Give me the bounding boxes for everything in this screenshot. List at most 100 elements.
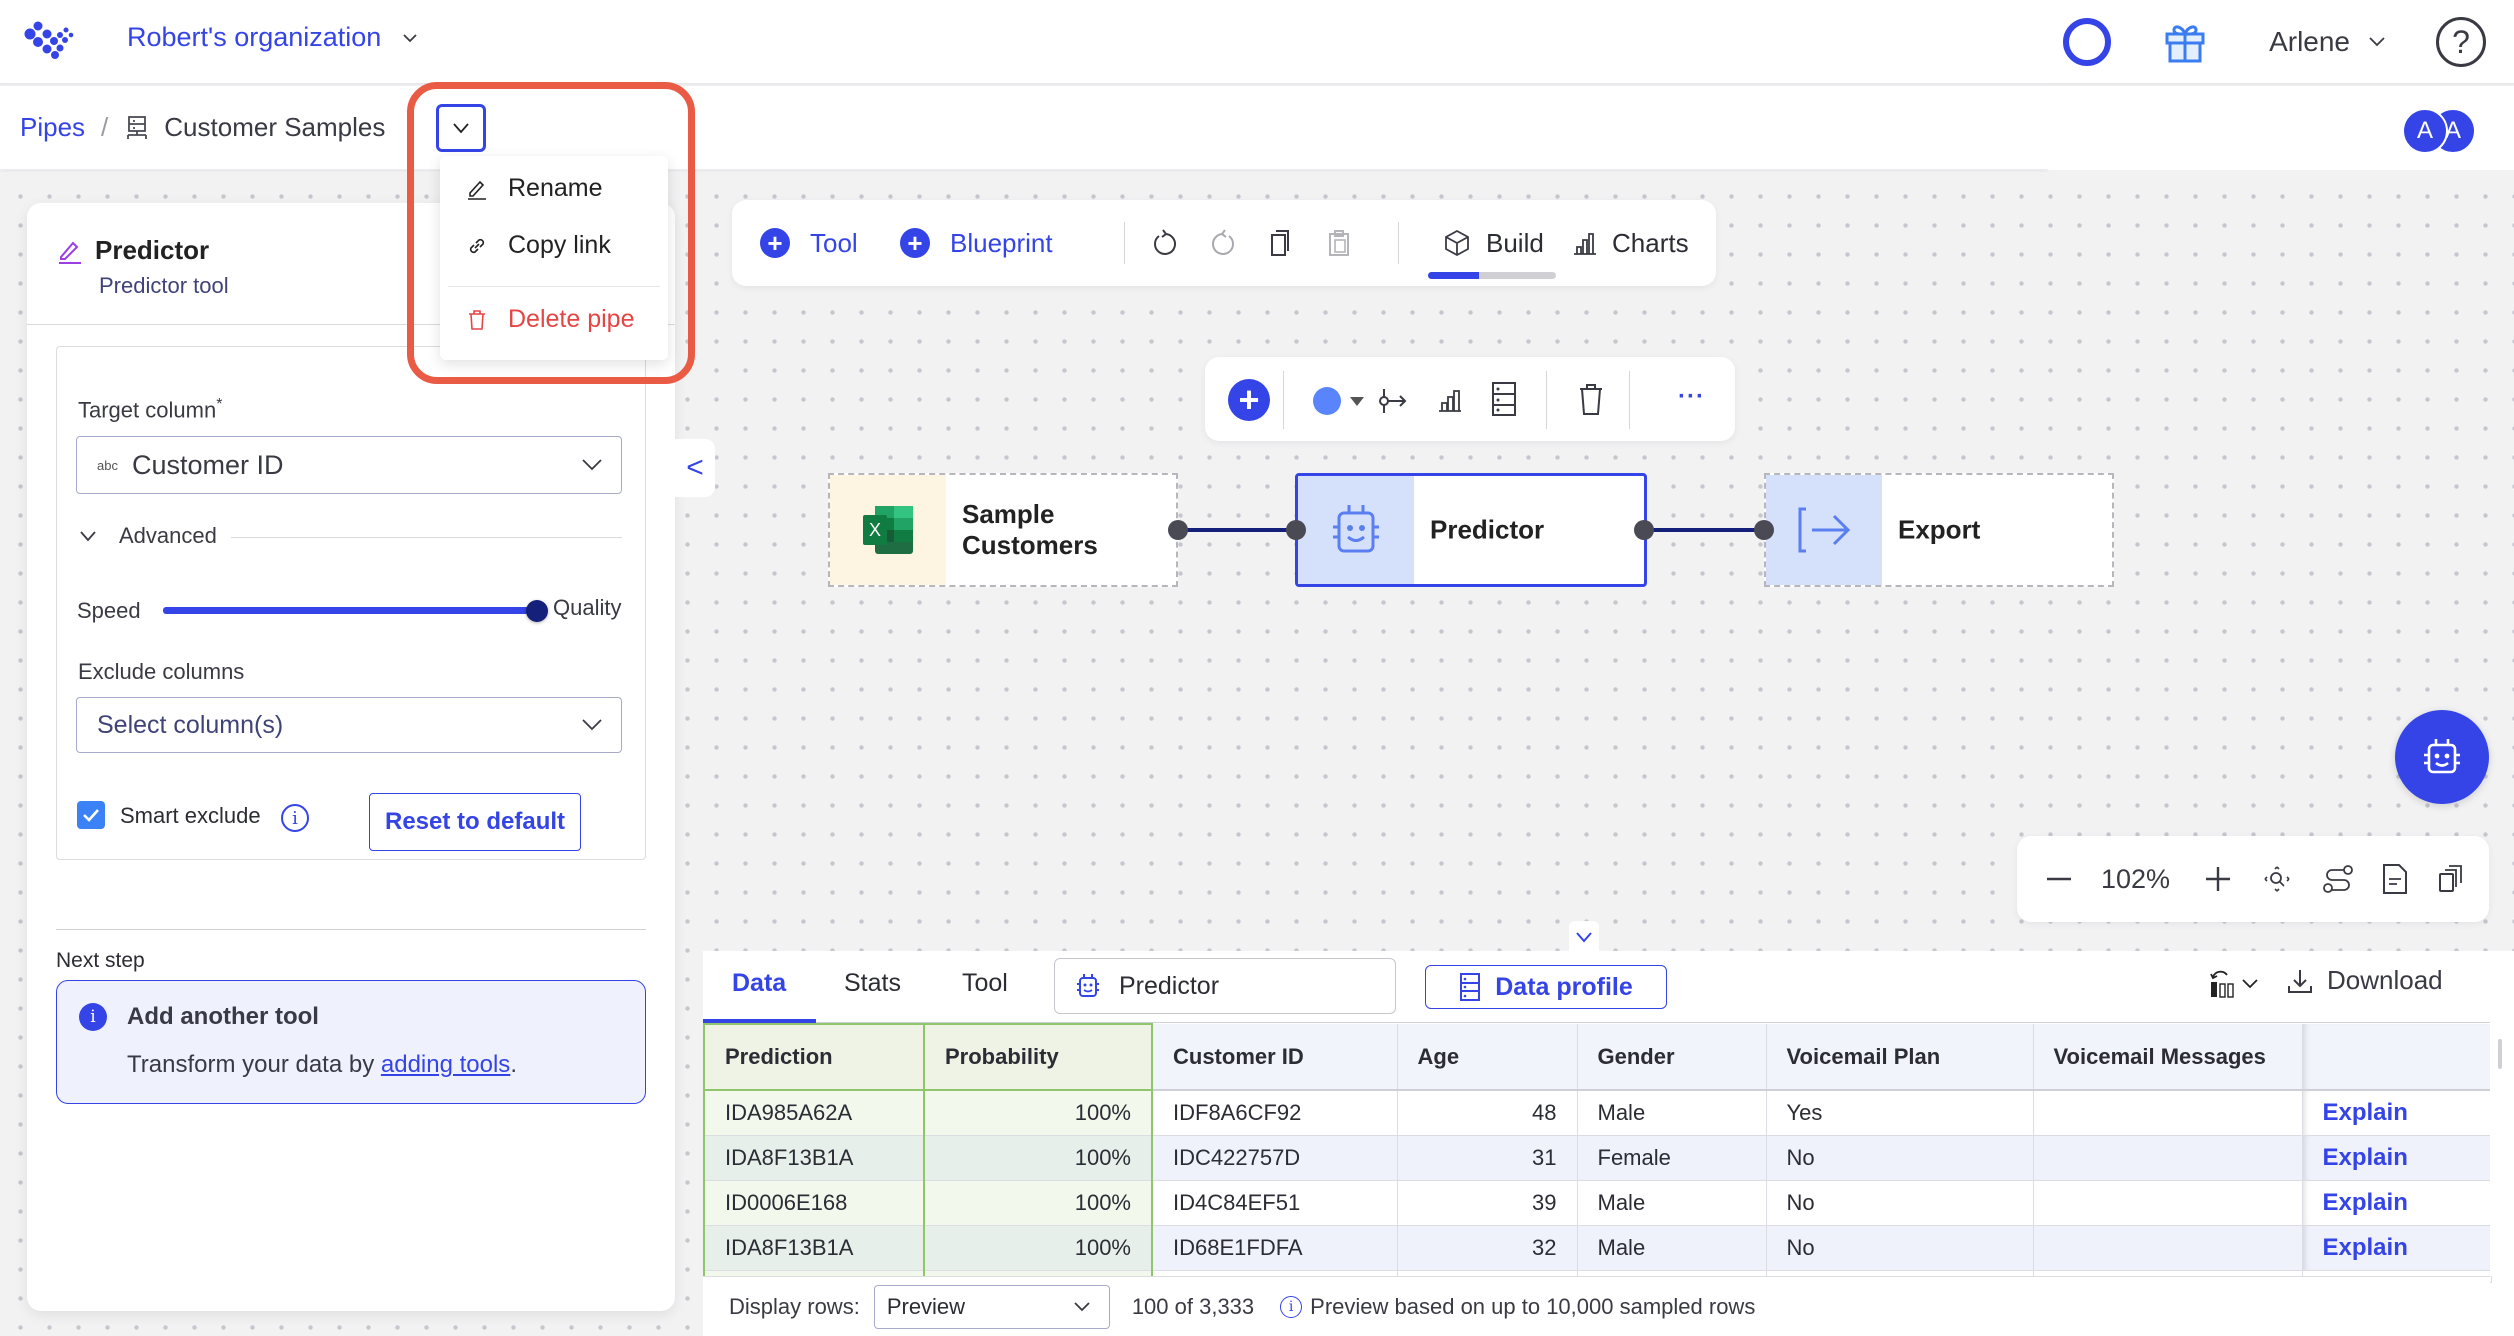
pencil-icon[interactable] — [57, 239, 83, 265]
status-ring-icon[interactable] — [2063, 18, 2112, 66]
node-predictor[interactable]: Predictor — [1295, 473, 1647, 587]
info-icon[interactable]: i — [281, 804, 309, 832]
add-tool-label: Tool — [810, 227, 858, 258]
target-column-select[interactable]: abc Customer ID — [76, 436, 622, 494]
input-port[interactable] — [1754, 520, 1774, 540]
breadcrumb-pipes-link[interactable]: Pipes — [20, 112, 85, 143]
adding-tools-link[interactable]: adding tools — [381, 1051, 510, 1078]
speed-quality-slider[interactable] — [163, 607, 535, 614]
node-icon-area: X — [830, 475, 946, 585]
explain-link[interactable]: Explain — [2302, 1180, 2492, 1226]
svg-text:X: X — [869, 520, 881, 540]
table-row[interactable]: IDA8F13B1A 100% ID68E1FDFA 32 Male No Explain — [703, 1225, 2492, 1271]
bar-chart-icon[interactable] — [1435, 385, 1465, 415]
node-export[interactable]: Export — [1764, 473, 2114, 587]
reset-to-default-button[interactable]: Reset to default — [369, 793, 581, 851]
user-menu[interactable]: Arlene — [2269, 26, 2386, 58]
column-header-voicemail-messages[interactable]: Voicemail Messages — [2033, 1024, 2303, 1091]
top-bar: Robert's organization Arlene ? — [0, 0, 2514, 84]
tab-stats[interactable]: Stats — [844, 969, 901, 998]
node-toolbar: + ··· — [1205, 357, 1735, 441]
duplicate-icon[interactable] — [2438, 865, 2464, 893]
auto-layout-icon[interactable] — [2322, 864, 2354, 894]
excel-icon: X — [863, 506, 913, 554]
zoom-in-icon[interactable] — [2204, 865, 2232, 893]
charts-mode-tab[interactable]: Charts — [1570, 200, 1689, 286]
advanced-toggle[interactable]: Advanced — [79, 523, 217, 549]
explain-link[interactable]: Explain — [2302, 1135, 2492, 1181]
notes-icon[interactable] — [2382, 863, 2408, 895]
column-header-customer-id[interactable]: Customer ID — [1152, 1024, 1398, 1091]
app-logo[interactable] — [22, 20, 78, 60]
table-row[interactable]: IDA985A62A 100% IDF8A6CF92 48 Male Yes Explain — [703, 1090, 2492, 1136]
smart-exclude-checkbox[interactable] — [77, 801, 105, 829]
cell-prediction: ID0006E168 — [703, 1180, 925, 1226]
trash-icon[interactable] — [1577, 381, 1605, 417]
cell-prediction: IDA985A62A — [703, 1090, 925, 1136]
node-color-picker[interactable] — [1313, 387, 1341, 415]
menu-item-rename[interactable]: Rename — [466, 174, 603, 203]
column-header-voicemail-plan[interactable]: Voicemail Plan — [1766, 1024, 2034, 1091]
input-port[interactable] — [1286, 520, 1306, 540]
copy-icon[interactable] — [1266, 228, 1296, 258]
download-icon — [2288, 969, 2312, 993]
output-port[interactable] — [1168, 520, 1188, 540]
add-blueprint-button[interactable]: + Blueprint — [900, 200, 1053, 286]
table-row[interactable]: IDA8F13B1A 100% IDC422757D 31 Female No Explai… — [703, 1135, 2492, 1181]
display-rows-select[interactable]: Preview — [873, 1284, 1110, 1329]
tab-tool[interactable]: Tool — [962, 969, 1008, 998]
column-header-probability[interactable]: Probability — [923, 1023, 1153, 1091]
organization-switcher[interactable]: Robert's organization — [127, 22, 419, 53]
redo-icon[interactable] — [1208, 228, 1238, 258]
data-profile-icon[interactable] — [1491, 381, 1517, 417]
gift-icon[interactable] — [2161, 18, 2209, 66]
table-row[interactable]: ID0006E168 100% ID4C84EF51 39 Male No Explain — [703, 1180, 2492, 1226]
download-button[interactable]: Download — [2287, 965, 2443, 996]
menu-item-copy-link[interactable]: Copy link — [466, 231, 611, 260]
data-profile-button[interactable]: Data profile — [1425, 965, 1667, 1009]
more-options-icon[interactable]: ··· — [1678, 383, 1705, 411]
cell-voicemail-messages — [2033, 1135, 2303, 1181]
explain-link[interactable]: Explain — [2302, 1090, 2492, 1136]
paste-icon[interactable] — [1324, 228, 1354, 258]
info-icon: i — [79, 1003, 107, 1031]
undo-icon[interactable] — [1150, 228, 1180, 258]
ai-assistant-button[interactable] — [2395, 710, 2489, 804]
node-icon-area — [1766, 475, 1882, 585]
caret-down-icon[interactable] — [1350, 397, 1364, 406]
node-sample-customers[interactable]: X Sample Customers — [828, 473, 1178, 587]
column-header-gender[interactable]: Gender — [1577, 1024, 1767, 1091]
slider-handle[interactable] — [526, 600, 548, 622]
next-step-label: Next step — [56, 949, 145, 972]
tool-settings-panel: Predictor Predictor tool < Target column… — [27, 203, 715, 1311]
explain-link[interactable]: Explain — [2302, 1225, 2492, 1271]
column-options-button[interactable] — [2209, 969, 2259, 999]
preview-note: Preview based on up to 10,000 sampled ro… — [1310, 1293, 1756, 1319]
output-port[interactable] — [1634, 520, 1654, 540]
help-icon[interactable]: ? — [2436, 17, 2486, 67]
exclude-columns-select[interactable]: Select column(s) — [76, 697, 622, 753]
table-scrollbar[interactable] — [2490, 1023, 2514, 1276]
zoom-out-icon[interactable] — [2045, 865, 2073, 893]
pipe-options-menu: Rename Copy link Delete pipe — [440, 156, 668, 360]
column-header-prediction[interactable]: Prediction — [703, 1023, 925, 1091]
fit-view-icon[interactable] — [2262, 864, 2292, 894]
divider — [1124, 222, 1125, 264]
add-tool-button[interactable]: + Tool — [760, 200, 858, 286]
cell-age: 39 — [1397, 1180, 1578, 1226]
tool-select[interactable]: Predictor — [1054, 958, 1396, 1014]
column-header-age[interactable]: Age — [1397, 1024, 1578, 1091]
branch-arrow-icon[interactable] — [1377, 385, 1409, 417]
panel-collapse-button[interactable]: < — [675, 439, 715, 497]
plus-circle-icon: + — [760, 228, 790, 258]
data-panel-collapse-button[interactable] — [1569, 921, 1599, 953]
add-node-button[interactable]: + — [1228, 379, 1270, 421]
scrollbar-thumb[interactable] — [2498, 1039, 2502, 1069]
pipe-menu-button[interactable] — [436, 104, 486, 152]
divider — [1398, 222, 1399, 264]
tab-data[interactable]: Data — [732, 969, 786, 998]
info-icon[interactable]: i — [1280, 1295, 1303, 1318]
menu-item-delete-pipe[interactable]: Delete pipe — [466, 305, 634, 334]
avatar[interactable]: A — [2402, 108, 2448, 154]
node-label: Sample Customers — [962, 498, 1098, 560]
